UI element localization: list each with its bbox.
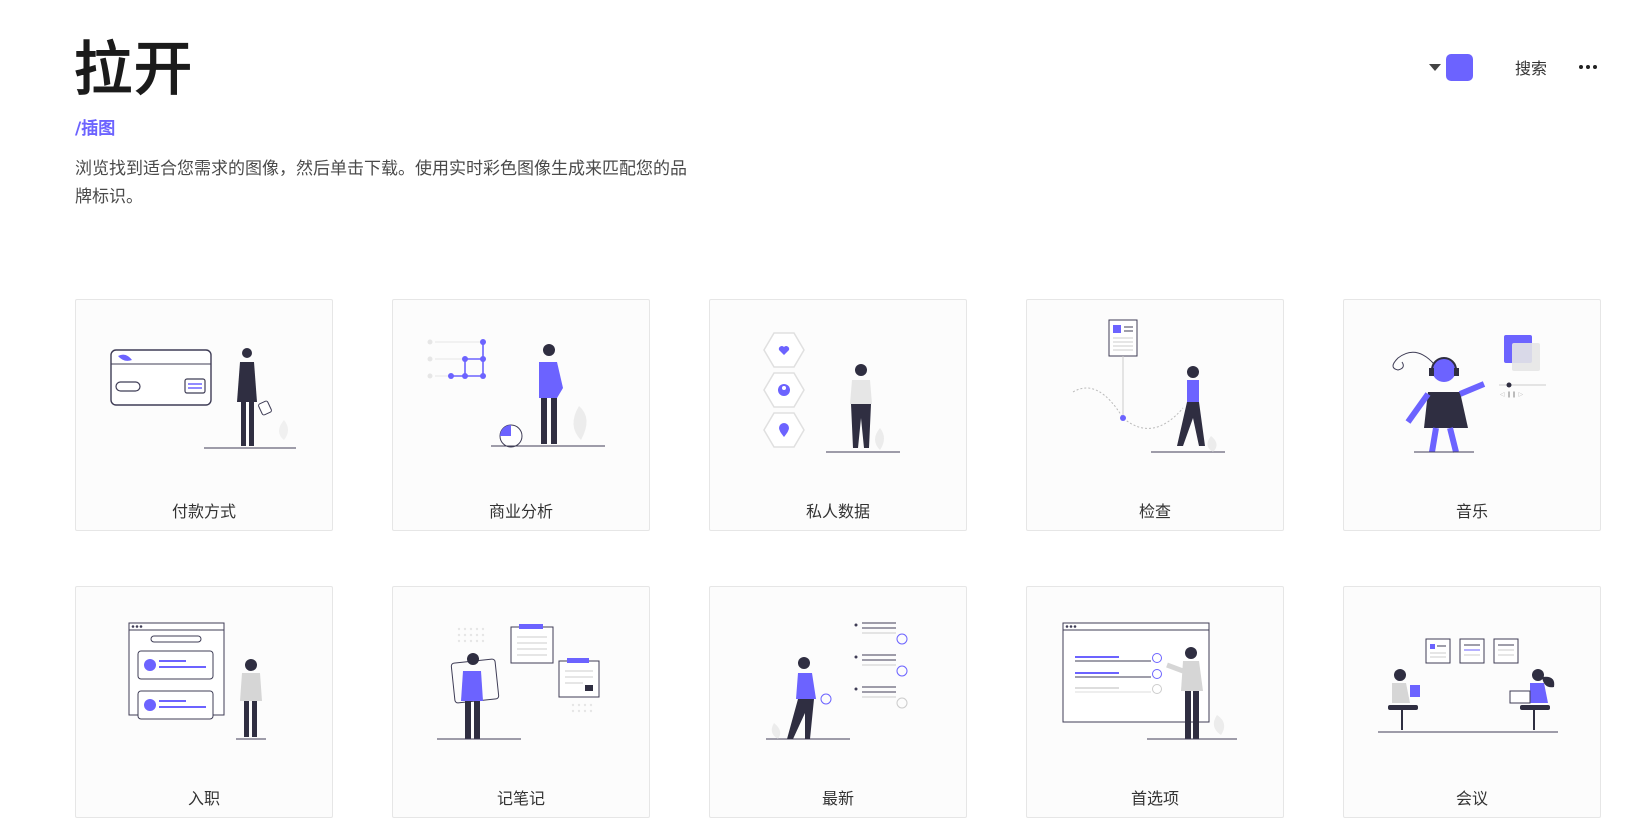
meeting-illustration [1378,638,1558,733]
category-label: 最新 [821,789,854,808]
page-title: 拉开 [74,35,195,103]
category-card-business-analysis[interactable]: 商业分析 [392,299,650,531]
preferences-illustration [1062,622,1237,740]
updates-illustration [766,622,908,740]
business-analysis-illustration [427,339,605,448]
private-data-illustration [763,332,900,453]
category-card-note-taking[interactable]: 记笔记 [392,586,650,818]
svg-text:◁ ❚❚ ▷: ◁ ❚❚ ▷ [1500,391,1523,398]
category-card-payment[interactable]: 付款方式 [75,299,333,531]
check-illustration [1072,319,1225,453]
illustration-grid: 付款方式 商业分析 私人数据 检查 ◁ ❚❚ ▷ 音乐 入职 记笔记 最新 首选… [75,299,1601,818]
category-card-music[interactable]: ◁ ❚❚ ▷ 音乐 [1343,299,1601,531]
category-label: 会议 [1455,789,1488,808]
category-card-onboarding[interactable]: 入职 [75,586,333,818]
page-description: 浏览找到适合您需求的图像，然后单击下载。使用实时彩色图像生成来匹配您的品牌标识。 [75,159,687,207]
category-label: 首选项 [1130,789,1179,808]
category-card-preferences[interactable]: 首选项 [1026,586,1284,818]
caret-down-icon[interactable] [1428,63,1441,71]
onboarding-illustration [128,622,266,740]
accent-color-swatch[interactable] [1445,53,1473,81]
category-label: 私人数据 [805,502,870,521]
toolbar: 搜索 [1428,52,1597,82]
category-card-updates[interactable]: 最新 [709,586,967,818]
more-horizontal-icon[interactable] [1579,61,1597,73]
category-label: 商业分析 [488,502,553,521]
payment-illustration [110,348,296,449]
category-label: 检查 [1138,502,1171,521]
breadcrumb-illustrations[interactable]: /插图 [75,114,115,139]
category-card-private-data[interactable]: 私人数据 [709,299,967,531]
category-label: 记笔记 [496,789,545,808]
category-card-check[interactable]: 检查 [1026,299,1284,531]
category-card-meeting[interactable]: 会议 [1343,586,1601,818]
music-illustration: ◁ ❚❚ ▷ [1392,335,1546,453]
search-button[interactable]: 搜索 [1515,55,1547,79]
note-taking-illustration [437,624,600,740]
category-label: 音乐 [1455,502,1488,521]
category-label: 付款方式 [171,502,236,521]
category-label: 入职 [187,789,220,808]
